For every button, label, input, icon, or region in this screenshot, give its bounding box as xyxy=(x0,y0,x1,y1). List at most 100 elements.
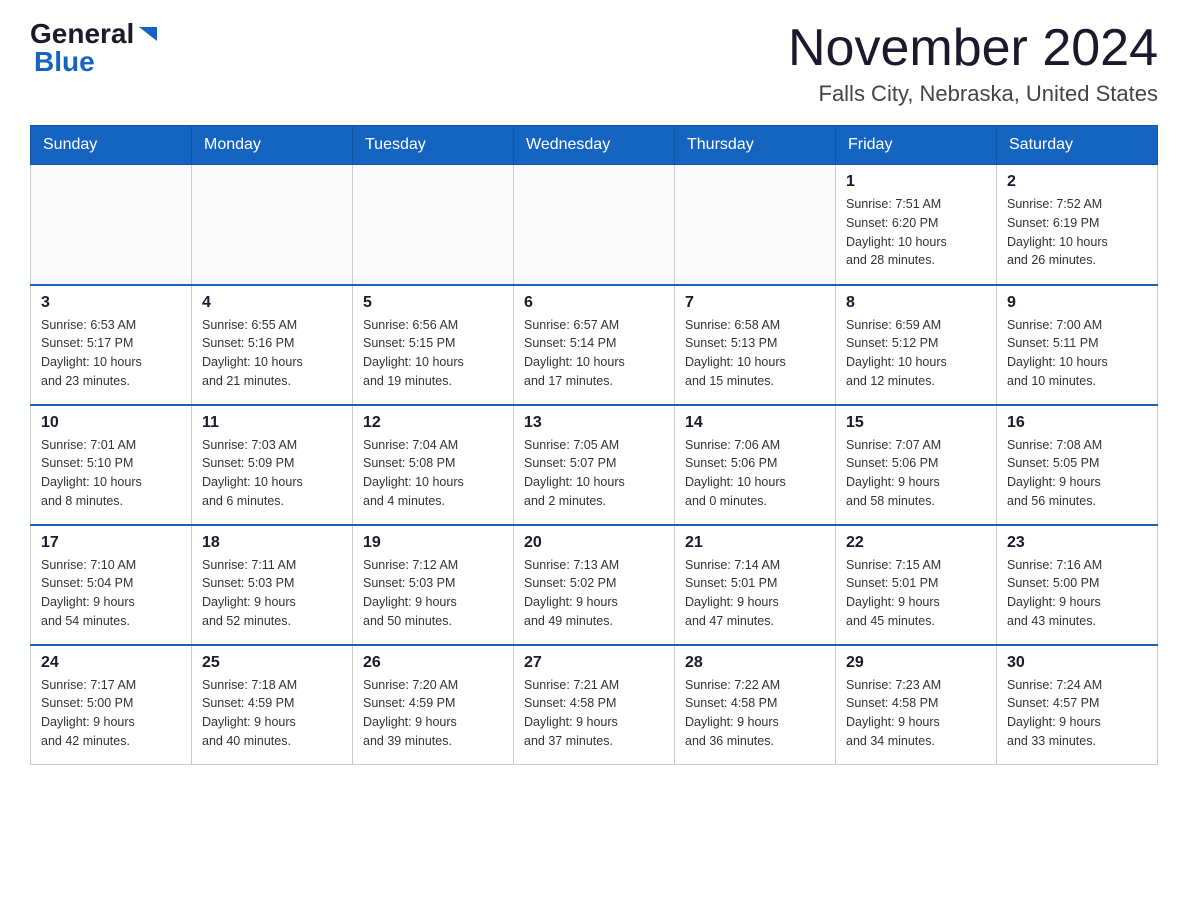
table-row: 23 Sunrise: 7:16 AM Sunset: 5:00 PM Dayli… xyxy=(997,525,1158,645)
calendar-week-row: 10 Sunrise: 7:01 AM Sunset: 5:10 PM Dayli… xyxy=(31,405,1158,525)
table-row: 16 Sunrise: 7:08 AM Sunset: 5:05 PM Dayli… xyxy=(997,405,1158,525)
table-row: 18 Sunrise: 7:11 AM Sunset: 5:03 PM Dayli… xyxy=(192,525,353,645)
table-row: 26 Sunrise: 7:20 AM Sunset: 4:59 PM Dayli… xyxy=(353,645,514,765)
table-row: 10 Sunrise: 7:01 AM Sunset: 5:10 PM Dayli… xyxy=(31,405,192,525)
header-saturday: Saturday xyxy=(997,126,1158,165)
day-info: Sunrise: 7:20 AM Sunset: 4:59 PM Dayligh… xyxy=(363,676,503,751)
day-number: 2 xyxy=(1007,173,1147,191)
table-row: 13 Sunrise: 7:05 AM Sunset: 5:07 PM Dayli… xyxy=(514,405,675,525)
table-row xyxy=(514,165,675,285)
table-row xyxy=(353,165,514,285)
day-number: 1 xyxy=(846,173,986,191)
day-number: 16 xyxy=(1007,414,1147,432)
day-info: Sunrise: 6:59 AM Sunset: 5:12 PM Dayligh… xyxy=(846,316,986,391)
header-monday: Monday xyxy=(192,126,353,165)
day-number: 22 xyxy=(846,534,986,552)
day-number: 30 xyxy=(1007,654,1147,672)
table-row: 24 Sunrise: 7:17 AM Sunset: 5:00 PM Dayli… xyxy=(31,645,192,765)
header-friday: Friday xyxy=(836,126,997,165)
day-info: Sunrise: 6:56 AM Sunset: 5:15 PM Dayligh… xyxy=(363,316,503,391)
day-number: 20 xyxy=(524,534,664,552)
calendar-week-row: 24 Sunrise: 7:17 AM Sunset: 5:00 PM Dayli… xyxy=(31,645,1158,765)
day-number: 10 xyxy=(41,414,181,432)
day-info: Sunrise: 7:23 AM Sunset: 4:58 PM Dayligh… xyxy=(846,676,986,751)
day-number: 27 xyxy=(524,654,664,672)
day-info: Sunrise: 7:07 AM Sunset: 5:06 PM Dayligh… xyxy=(846,436,986,511)
day-number: 18 xyxy=(202,534,342,552)
table-row: 30Sunrise: 7:24 AM Sunset: 4:57 PM Dayli… xyxy=(997,645,1158,765)
calendar-table: Sunday Monday Tuesday Wednesday Thursday… xyxy=(30,125,1158,765)
title-section: November 2024 Falls City, Nebraska, Unit… xyxy=(788,20,1158,107)
table-row xyxy=(31,165,192,285)
day-info: Sunrise: 7:06 AM Sunset: 5:06 PM Dayligh… xyxy=(685,436,825,511)
table-row: 4Sunrise: 6:55 AM Sunset: 5:16 PM Daylig… xyxy=(192,285,353,405)
day-number: 6 xyxy=(524,294,664,312)
day-info: Sunrise: 7:05 AM Sunset: 5:07 PM Dayligh… xyxy=(524,436,664,511)
day-number: 23 xyxy=(1007,534,1147,552)
day-info: Sunrise: 6:58 AM Sunset: 5:13 PM Dayligh… xyxy=(685,316,825,391)
logo: General Blue xyxy=(30,20,159,76)
header-thursday: Thursday xyxy=(675,126,836,165)
table-row: 3 Sunrise: 6:53 AM Sunset: 5:17 PM Daylig… xyxy=(31,285,192,405)
day-number: 7 xyxy=(685,294,825,312)
header-wednesday: Wednesday xyxy=(514,126,675,165)
calendar-week-row: 17Sunrise: 7:10 AM Sunset: 5:04 PM Dayli… xyxy=(31,525,1158,645)
day-info: Sunrise: 7:14 AM Sunset: 5:01 PM Dayligh… xyxy=(685,556,825,631)
page-header: General Blue November 2024 Falls City, N… xyxy=(30,20,1158,107)
table-row: 25Sunrise: 7:18 AM Sunset: 4:59 PM Dayli… xyxy=(192,645,353,765)
day-number: 21 xyxy=(685,534,825,552)
day-info: Sunrise: 7:52 AM Sunset: 6:19 PM Dayligh… xyxy=(1007,195,1147,270)
day-info: Sunrise: 7:01 AM Sunset: 5:10 PM Dayligh… xyxy=(41,436,181,511)
table-row: 7 Sunrise: 6:58 AM Sunset: 5:13 PM Daylig… xyxy=(675,285,836,405)
day-info: Sunrise: 6:57 AM Sunset: 5:14 PM Dayligh… xyxy=(524,316,664,391)
calendar-week-row: 1 Sunrise: 7:51 AM Sunset: 6:20 PM Daylig… xyxy=(31,165,1158,285)
day-number: 12 xyxy=(363,414,503,432)
day-number: 29 xyxy=(846,654,986,672)
day-number: 5 xyxy=(363,294,503,312)
header-tuesday: Tuesday xyxy=(353,126,514,165)
weekday-header-row: Sunday Monday Tuesday Wednesday Thursday… xyxy=(31,126,1158,165)
day-number: 11 xyxy=(202,414,342,432)
table-row: 12Sunrise: 7:04 AM Sunset: 5:08 PM Dayli… xyxy=(353,405,514,525)
day-number: 28 xyxy=(685,654,825,672)
day-info: Sunrise: 7:13 AM Sunset: 5:02 PM Dayligh… xyxy=(524,556,664,631)
day-info: Sunrise: 7:21 AM Sunset: 4:58 PM Dayligh… xyxy=(524,676,664,751)
table-row: 22 Sunrise: 7:15 AM Sunset: 5:01 PM Dayli… xyxy=(836,525,997,645)
table-row: 5 Sunrise: 6:56 AM Sunset: 5:15 PM Daylig… xyxy=(353,285,514,405)
table-row: 27 Sunrise: 7:21 AM Sunset: 4:58 PM Dayli… xyxy=(514,645,675,765)
table-row: 9Sunrise: 7:00 AM Sunset: 5:11 PM Daylig… xyxy=(997,285,1158,405)
table-row: 1 Sunrise: 7:51 AM Sunset: 6:20 PM Daylig… xyxy=(836,165,997,285)
day-info: Sunrise: 7:22 AM Sunset: 4:58 PM Dayligh… xyxy=(685,676,825,751)
day-info: Sunrise: 7:10 AM Sunset: 5:04 PM Dayligh… xyxy=(41,556,181,631)
logo-triangle-icon xyxy=(137,23,159,45)
day-info: Sunrise: 6:53 AM Sunset: 5:17 PM Dayligh… xyxy=(41,316,181,391)
day-info: Sunrise: 7:00 AM Sunset: 5:11 PM Dayligh… xyxy=(1007,316,1147,391)
table-row: 19 Sunrise: 7:12 AM Sunset: 5:03 PM Dayli… xyxy=(353,525,514,645)
day-info: Sunrise: 7:15 AM Sunset: 5:01 PM Dayligh… xyxy=(846,556,986,631)
day-info: Sunrise: 7:03 AM Sunset: 5:09 PM Dayligh… xyxy=(202,436,342,511)
logo-general-text: General xyxy=(30,20,134,48)
day-number: 25 xyxy=(202,654,342,672)
calendar-subtitle: Falls City, Nebraska, United States xyxy=(788,81,1158,107)
day-info: Sunrise: 7:17 AM Sunset: 5:00 PM Dayligh… xyxy=(41,676,181,751)
table-row: 14Sunrise: 7:06 AM Sunset: 5:06 PM Dayli… xyxy=(675,405,836,525)
table-row: 6 Sunrise: 6:57 AM Sunset: 5:14 PM Daylig… xyxy=(514,285,675,405)
day-info: Sunrise: 7:08 AM Sunset: 5:05 PM Dayligh… xyxy=(1007,436,1147,511)
day-number: 24 xyxy=(41,654,181,672)
table-row: 11 Sunrise: 7:03 AM Sunset: 5:09 PM Dayli… xyxy=(192,405,353,525)
day-info: Sunrise: 7:12 AM Sunset: 5:03 PM Dayligh… xyxy=(363,556,503,631)
day-number: 19 xyxy=(363,534,503,552)
day-number: 13 xyxy=(524,414,664,432)
day-info: Sunrise: 7:16 AM Sunset: 5:00 PM Dayligh… xyxy=(1007,556,1147,631)
table-row xyxy=(675,165,836,285)
day-info: Sunrise: 7:11 AM Sunset: 5:03 PM Dayligh… xyxy=(202,556,342,631)
table-row: 28 Sunrise: 7:22 AM Sunset: 4:58 PM Dayli… xyxy=(675,645,836,765)
day-info: Sunrise: 7:51 AM Sunset: 6:20 PM Dayligh… xyxy=(846,195,986,270)
table-row: 17Sunrise: 7:10 AM Sunset: 5:04 PM Dayli… xyxy=(31,525,192,645)
day-number: 26 xyxy=(363,654,503,672)
calendar-week-row: 3 Sunrise: 6:53 AM Sunset: 5:17 PM Daylig… xyxy=(31,285,1158,405)
day-number: 3 xyxy=(41,294,181,312)
day-number: 8 xyxy=(846,294,986,312)
table-row: 21 Sunrise: 7:14 AM Sunset: 5:01 PM Dayli… xyxy=(675,525,836,645)
table-row: 8 Sunrise: 6:59 AM Sunset: 5:12 PM Daylig… xyxy=(836,285,997,405)
